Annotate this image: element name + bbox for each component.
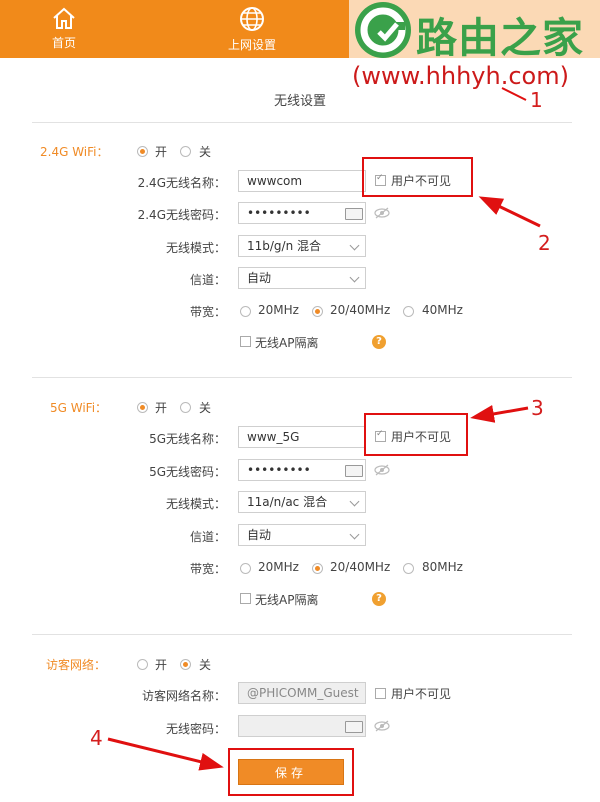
callout-number-1: 1 [530,88,543,112]
callout-arrows [107,87,541,771]
callout-number-2: 2 [538,231,551,255]
callout-number-3: 3 [531,396,544,420]
callout-number-4: 4 [90,726,103,750]
